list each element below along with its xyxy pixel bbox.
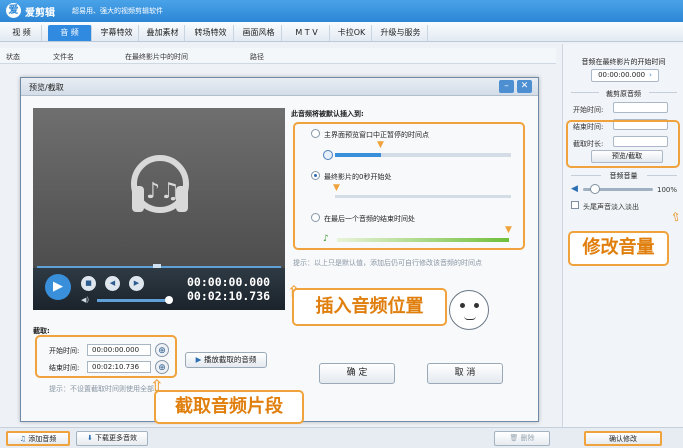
play-icon[interactable]: ▶ [45, 274, 71, 300]
zero-second-pin-icon: ▼ [333, 183, 340, 193]
column-time-in-movie: 在最终影片中的时间 [125, 53, 188, 61]
download-icon: ⬇ [86, 434, 93, 442]
dialog-title: 预览/截取 [29, 83, 64, 92]
column-filename: 文件名 [53, 53, 74, 61]
insert-time-title: 音频在最终影片的开始时间 [581, 58, 666, 66]
clip-original-title: 裁剪原音频 [606, 90, 641, 98]
insert-time-input[interactable]: 00:00:00.000 › [591, 69, 659, 82]
option-pause-point-label: 主界面预览窗口中正暂停的时间点 [324, 131, 429, 139]
after-last-pin-icon: ▼ [505, 225, 512, 235]
clip-start-field[interactable]: 00:00:00.000 [87, 344, 151, 356]
svg-text:♪♫: ♪♫ [146, 179, 180, 204]
play-clip-button[interactable]: ▶ 播放截取的音频 [185, 352, 267, 368]
prev-frame-icon[interactable]: ◀ [105, 276, 120, 291]
pick-end-time-icon[interactable]: ⊕ [155, 360, 169, 374]
player-volume-slider[interactable] [97, 299, 167, 302]
pointer-arrow-icon: ⇧ [669, 209, 683, 225]
column-status: 状态 [6, 53, 20, 61]
add-audio-button[interactable]: ♫ 添加音频 [6, 431, 70, 446]
audio-track-bar [337, 238, 509, 242]
start-time-label: 开始时间: [573, 106, 604, 114]
pick-start-time-icon[interactable]: ⊕ [155, 343, 169, 357]
video-preview: ♪♫ [33, 108, 285, 268]
pause-point-pin-icon: ▼ [377, 140, 384, 150]
tab-subtitle-effects[interactable]: 字幕特效 [95, 25, 139, 41]
insert-note: 提示：以上只是默认值，添加后仍可自行修改该音频的时间点 [293, 259, 482, 267]
ok-button[interactable]: 确 定 [319, 363, 395, 384]
cancel-button[interactable]: 取 消 [427, 363, 503, 384]
option-pause-point-radio[interactable] [311, 129, 320, 138]
pause-point-bar-track [381, 153, 511, 157]
main-tab-bar: 视 频 音 频 字幕特效 叠加素材 转场特效 画面风格 M T V 卡拉OK 升… [0, 22, 683, 42]
volume-icon: ◀) [81, 296, 90, 304]
option-zero-second-radio[interactable] [311, 171, 320, 180]
start-time-field[interactable] [613, 102, 668, 113]
tab-transition[interactable]: 转场特效 [188, 25, 234, 41]
trash-icon: 🗑 [509, 434, 519, 442]
app-name: 爱剪辑 [25, 8, 55, 19]
option-zero-second-label: 最终影片的0秒开始处 [324, 173, 392, 181]
arrow-right-icon: › [649, 71, 652, 79]
player-volume-thumb[interactable] [165, 296, 173, 304]
option-after-last-audio-radio[interactable] [311, 213, 320, 222]
bottom-toolbar: ♫ 添加音频 ⬇ 下载更多音效 🗑 删除 确认修改 [0, 427, 683, 448]
pause-point-bar-fill [335, 153, 381, 157]
confirm-button[interactable]: 确认修改 [584, 431, 662, 446]
app-logo-icon: 爱 [6, 3, 21, 18]
dialog-title-bar: 预览/截取 – ✕ [21, 78, 538, 96]
insert-options-highlight-box [293, 122, 525, 250]
preview-clip-dialog: 预览/截取 – ✕ ♪♫ ▶ ■ ◀ ▶ ◀) 00:00:00.000 00:… [20, 77, 539, 422]
pause-point-marker-icon [323, 150, 333, 160]
minimize-icon[interactable]: – [499, 80, 514, 93]
clip-hint: 提示：不设置截取时间则使用全部 [49, 385, 154, 393]
app-slogan: 超易用、强大的视频剪辑软件 [72, 7, 163, 15]
volume-value: 100% [657, 186, 678, 194]
clip-start-label: 开始时间: [49, 347, 80, 355]
volume-callout: 修改音量 [568, 231, 669, 266]
tab-karaoke[interactable]: 卡拉OK [332, 25, 372, 41]
clip-end-label: 结束时间: [49, 364, 80, 372]
tab-overlay[interactable]: 叠加素材 [141, 25, 185, 41]
clip-callout: 截取音频片段 [154, 390, 304, 424]
zero-second-bar [335, 195, 511, 198]
tab-video[interactable]: 视 频 [2, 25, 42, 41]
download-more-button[interactable]: ⬇ 下载更多音效 [76, 431, 148, 446]
delete-button[interactable]: 🗑 删除 [494, 431, 550, 446]
fade-label: 头尾声音淡入淡出 [583, 203, 639, 211]
tab-audio[interactable]: 音 频 [48, 25, 92, 41]
headphones-music-icon: ♪♫ [131, 155, 189, 213]
option-after-last-audio-label: 在最后一个音频的结束时间处 [324, 215, 415, 223]
tab-picture-style[interactable]: 画面风格 [236, 25, 282, 41]
stop-icon[interactable]: ■ [81, 276, 96, 291]
timecode-display: 00:00:00.000 00:02:10.736 [187, 275, 277, 303]
fade-checkbox[interactable] [571, 201, 579, 209]
music-note-icon: ♫ [19, 435, 27, 443]
position-callout: 插入音频位置 [292, 288, 447, 326]
speaker-icon: ◀ [571, 184, 578, 194]
volume-highlight-box [566, 120, 680, 168]
total-time: 00:02:10.736 [187, 289, 271, 303]
audio-track-icon: ♪ [323, 234, 329, 244]
volume-slider-thumb[interactable] [590, 184, 600, 194]
play-small-icon: ▶ [195, 355, 202, 364]
audio-list-header: 状态 文件名 在最终影片中的时间 路径 [0, 48, 556, 64]
current-time: 00:00:00.000 [187, 275, 271, 289]
tab-upgrade-service[interactable]: 升级与服务 [374, 25, 428, 41]
clip-end-field[interactable]: 00:02:10.736 [87, 361, 151, 373]
tab-mtv[interactable]: M T V [284, 25, 330, 41]
mascot-image [449, 290, 489, 330]
title-bar: 爱 爱剪辑 超易用、强大的视频剪辑软件 [0, 0, 683, 22]
insert-heading: 此音频将被默认插入到: [291, 110, 364, 118]
close-icon[interactable]: ✕ [517, 80, 532, 93]
volume-title: 音频音量 [609, 172, 638, 180]
column-path: 路径 [250, 53, 264, 61]
next-frame-icon[interactable]: ▶ [129, 276, 144, 291]
